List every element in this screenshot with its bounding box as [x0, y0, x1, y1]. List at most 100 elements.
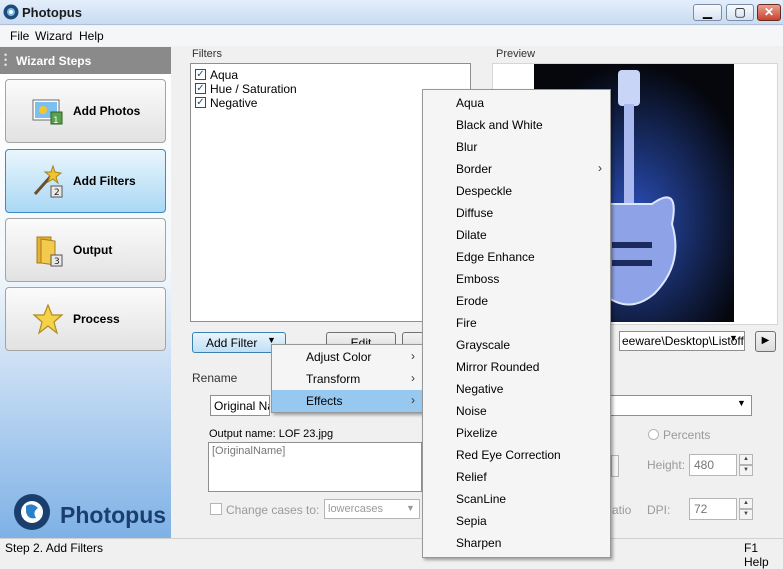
- submenu-arrow-icon: ›: [598, 161, 602, 175]
- step-label: Add Photos: [73, 104, 141, 118]
- menu-item-label: Noise: [456, 404, 487, 418]
- step-output[interactable]: 3 Output: [5, 218, 166, 282]
- menu-file[interactable]: File: [10, 29, 29, 43]
- step-add-filters[interactable]: 2 Add Filters: [5, 149, 166, 213]
- submenu-arrow-icon: ›: [411, 349, 415, 363]
- effects-menu-item[interactable]: Despeckle: [423, 180, 610, 202]
- menu-item-label: Effects: [306, 394, 343, 408]
- effects-menu-item[interactable]: Mirror Rounded: [423, 356, 610, 378]
- percents-radio[interactable]: [648, 429, 659, 440]
- menu-item-label: Border: [456, 162, 493, 176]
- star-icon: [32, 303, 64, 335]
- effects-menu-item[interactable]: Aqua: [423, 92, 610, 114]
- ratio-label-fragment: atio: [612, 503, 632, 517]
- effects-menu-item[interactable]: Sepia: [423, 510, 610, 532]
- width-spinner-fragment[interactable]: [611, 455, 619, 477]
- spin-down-icon[interactable]: ▼: [739, 465, 753, 476]
- preview-group-label: Preview: [496, 48, 536, 60]
- effects-menu-item[interactable]: Relief: [423, 466, 610, 488]
- menu-item-adjust-color[interactable]: Adjust Color ›: [272, 346, 422, 368]
- menu-item-label: Sepia: [456, 514, 487, 528]
- status-help: F1 Help: [744, 541, 769, 569]
- spin-down-icon[interactable]: ▼: [739, 509, 753, 520]
- effects-menu-item[interactable]: ScanLine: [423, 488, 610, 510]
- photos-icon: 1: [32, 99, 63, 126]
- play-arrow-icon: ▶: [761, 335, 770, 346]
- rename-template-field[interactable]: [OriginalName]: [208, 442, 422, 492]
- add-filter-label: Add Filter: [206, 336, 258, 350]
- effects-menu-item[interactable]: Noise: [423, 400, 610, 422]
- menu-item-label: Black and White: [456, 118, 543, 132]
- menu-item-label: Mirror Rounded: [456, 360, 540, 374]
- step-process[interactable]: Process: [5, 287, 166, 351]
- wizard-steps-title: Wizard Steps: [16, 54, 92, 68]
- preview-path-combo[interactable]: eeware\Desktop\Listoffr: [619, 331, 745, 351]
- rename-combo-tail[interactable]: [608, 395, 752, 416]
- effects-menu-item[interactable]: Negative: [423, 378, 610, 400]
- effects-menu-item[interactable]: Border ›: [423, 158, 610, 180]
- app-logo-icon: [3, 4, 19, 20]
- menu-item-label: Negative: [456, 382, 504, 396]
- menu-item-label: ScanLine: [456, 492, 507, 506]
- step-add-photos[interactable]: 1 Add Photos: [5, 79, 166, 143]
- magic-wand-icon: 2: [33, 164, 63, 198]
- effects-menu-item[interactable]: Diffuse: [423, 202, 610, 224]
- status-text: Step 2. Add Filters: [5, 541, 104, 555]
- rename-template-combo[interactable]: Original Nam: [210, 395, 270, 416]
- menu-item-label: Grayscale: [456, 338, 511, 352]
- menu-item-transform[interactable]: Transform ›: [272, 368, 422, 390]
- menu-item-label: Blur: [456, 140, 478, 154]
- svg-text:1: 1: [53, 116, 59, 126]
- effects-menu-item[interactable]: Fire: [423, 312, 610, 334]
- filter-item-label: Hue / Saturation: [210, 82, 297, 96]
- rename-group-label: Rename: [192, 371, 238, 385]
- submenu-arrow-icon: ›: [411, 371, 415, 385]
- change-cases-checkbox[interactable]: [210, 503, 222, 515]
- effects-menu-item[interactable]: Pixelize: [423, 422, 610, 444]
- menu-wizard[interactable]: Wizard: [35, 29, 72, 43]
- minimize-icon: ▁: [702, 5, 713, 19]
- filters-group-label: Filters: [192, 48, 222, 60]
- submenu-arrow-icon: ›: [411, 393, 415, 407]
- spin-up-icon[interactable]: ▲: [739, 498, 753, 509]
- output-name: Output name: LOF 23.jpg: [209, 428, 333, 440]
- effects-menu-item[interactable]: Black and White: [423, 114, 610, 136]
- menu-item-label: Transform: [306, 372, 361, 386]
- effects-menu-item[interactable]: Dilate: [423, 224, 610, 246]
- menu-item-effects[interactable]: Effects ›: [272, 390, 422, 412]
- maximize-button[interactable]: ▢: [726, 4, 754, 21]
- menu-help[interactable]: Help: [79, 29, 104, 43]
- effects-menu-item[interactable]: Edge Enhance: [423, 246, 610, 268]
- height-field[interactable]: 480: [689, 454, 737, 476]
- grip-icon: • • •: [4, 50, 8, 70]
- svg-text:3: 3: [54, 257, 60, 267]
- effects-menu-item[interactable]: Emboss: [423, 268, 610, 290]
- filter-item-label: Negative: [210, 96, 258, 110]
- minimize-button[interactable]: ▁: [693, 4, 722, 21]
- maximize-icon: ▢: [734, 5, 746, 19]
- checkbox-checked-icon[interactable]: ✓: [195, 83, 206, 94]
- menu-item-label: Dilate: [456, 228, 487, 242]
- menu-item-label: Pixelize: [456, 426, 498, 440]
- spin-up-icon[interactable]: ▲: [739, 454, 753, 465]
- effects-menu-item[interactable]: Blur: [423, 136, 610, 158]
- menu-item-label: Relief: [456, 470, 487, 484]
- close-icon: ✕: [763, 5, 775, 19]
- step-label: Add Filters: [73, 174, 136, 188]
- dpi-field[interactable]: 72: [689, 498, 737, 520]
- close-button[interactable]: ✕: [757, 4, 781, 21]
- height-label: Height:: [647, 458, 686, 472]
- next-preview-button[interactable]: ▶: [755, 331, 776, 352]
- dpi-label: DPI:: [647, 503, 671, 517]
- effects-menu-item[interactable]: Grayscale: [423, 334, 610, 356]
- menu-item-label: Fire: [456, 316, 477, 330]
- step-label: Process: [73, 312, 120, 326]
- effects-menu-item[interactable]: Red Eye Correction: [423, 444, 610, 466]
- percents-label: Percents: [663, 428, 711, 442]
- effects-menu-item[interactable]: Sharpen: [423, 532, 610, 554]
- checkbox-checked-icon[interactable]: ✓: [195, 69, 206, 80]
- effects-menu-item[interactable]: Erode: [423, 290, 610, 312]
- checkbox-checked-icon[interactable]: ✓: [195, 97, 206, 108]
- menu-bar: [0, 26, 783, 46]
- status-bar: [0, 538, 783, 558]
